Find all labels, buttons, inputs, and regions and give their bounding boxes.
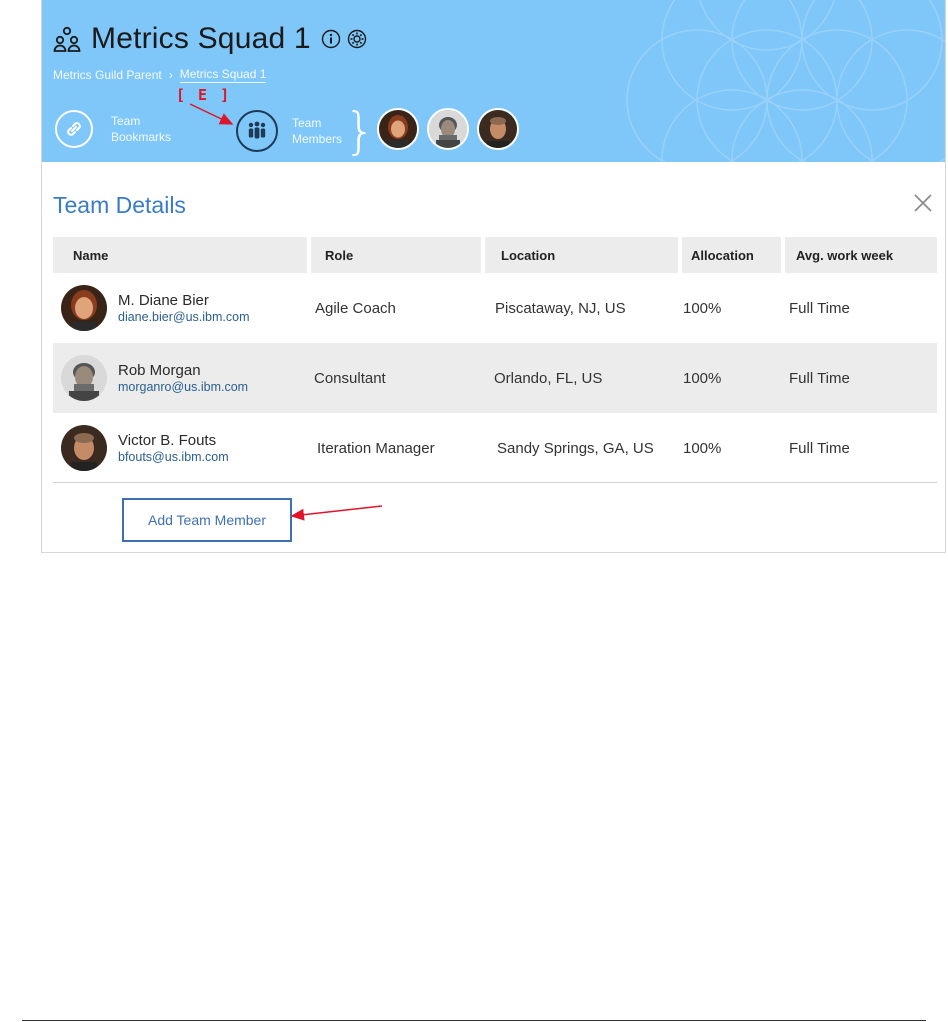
page-footer-rule bbox=[22, 1020, 926, 1021]
table-row[interactable]: M. Diane Bier diane.bier@us.ibm.com Agil… bbox=[53, 273, 937, 343]
team-header: Metrics Squad 1 Metrics Guild Parent › M… bbox=[42, 0, 945, 162]
chevron-right-icon: › bbox=[168, 68, 173, 82]
avatar[interactable] bbox=[427, 108, 469, 150]
avatar bbox=[61, 355, 107, 401]
member-allocation: 100% bbox=[682, 343, 785, 413]
settings-icon[interactable] bbox=[347, 29, 367, 49]
member-email[interactable]: morganro@us.ibm.com bbox=[118, 380, 248, 395]
column-header-role[interactable]: Role bbox=[311, 237, 485, 273]
member-email[interactable]: diane.bier@us.ibm.com bbox=[118, 310, 250, 325]
member-avatars bbox=[377, 108, 527, 150]
member-location: Orlando, FL, US bbox=[485, 343, 682, 413]
title-row: Metrics Squad 1 bbox=[53, 22, 367, 56]
member-name-cell: Victor B. Fouts bfouts@us.ibm.com bbox=[53, 425, 311, 471]
team-members-button[interactable]: Team Members } bbox=[236, 102, 376, 160]
member-name: M. Diane Bier bbox=[118, 291, 209, 309]
member-email[interactable]: bfouts@us.ibm.com bbox=[118, 450, 229, 465]
member-work-week: Full Time bbox=[785, 343, 937, 413]
member-role: Iteration Manager bbox=[317, 439, 435, 457]
column-header-work-week[interactable]: Avg. work week bbox=[785, 237, 937, 273]
breadcrumb-current[interactable]: Metrics Squad 1 bbox=[179, 67, 267, 83]
member-name-cell: M. Diane Bier diane.bier@us.ibm.com bbox=[53, 285, 311, 331]
team-members-table: Name Role Location Allocation Avg. work … bbox=[53, 237, 937, 483]
column-header-location[interactable]: Location bbox=[485, 237, 682, 273]
table-row[interactable]: Rob Morgan morganro@us.ibm.com Consultan… bbox=[53, 343, 937, 413]
info-icon[interactable] bbox=[321, 29, 341, 49]
close-icon[interactable] bbox=[912, 192, 934, 214]
column-header-allocation[interactable]: Allocation bbox=[682, 237, 785, 273]
member-work-week: Full Time bbox=[789, 439, 850, 457]
member-role: Agile Coach bbox=[315, 299, 396, 317]
avatar bbox=[61, 425, 107, 471]
members-label: Team Members bbox=[292, 116, 343, 146]
add-team-member-button[interactable]: Add Team Member bbox=[122, 498, 292, 542]
link-icon bbox=[55, 110, 93, 148]
member-work-week: Full Time bbox=[789, 299, 850, 317]
annotation-arrow-add bbox=[290, 505, 383, 521]
table-divider bbox=[53, 482, 937, 483]
member-name: Rob Morgan bbox=[118, 361, 201, 379]
column-header-name[interactable]: Name bbox=[53, 237, 311, 273]
team-icon bbox=[53, 26, 81, 52]
member-allocation: 100% bbox=[683, 299, 722, 317]
brace-glyph: } bbox=[344, 102, 376, 160]
avatar bbox=[61, 285, 107, 331]
page-title: Metrics Squad 1 bbox=[91, 22, 311, 55]
member-name: Victor B. Fouts bbox=[118, 431, 217, 449]
member-role: Consultant bbox=[311, 343, 485, 413]
breadcrumb: Metrics Guild Parent › Metrics Squad 1 bbox=[53, 67, 267, 83]
breadcrumb-parent[interactable]: Metrics Guild Parent bbox=[53, 68, 162, 82]
table-header-row: Name Role Location Allocation Avg. work … bbox=[53, 237, 937, 273]
team-panel: Metrics Squad 1 Metrics Guild Parent › M… bbox=[41, 0, 946, 553]
table-row[interactable]: Victor B. Fouts bfouts@us.ibm.com Iterat… bbox=[53, 413, 937, 483]
avatar[interactable] bbox=[377, 108, 419, 150]
bookmarks-label: Team Bookmarks bbox=[111, 114, 172, 144]
member-location: Piscataway, NJ, US bbox=[495, 299, 626, 317]
member-allocation: 100% bbox=[683, 439, 722, 457]
avatar[interactable] bbox=[477, 108, 519, 150]
member-location: Sandy Springs, GA, US bbox=[497, 439, 654, 457]
people-icon bbox=[236, 110, 278, 152]
team-details-title: Team Details bbox=[53, 192, 186, 218]
annotation-label: [ E ] bbox=[176, 86, 232, 104]
member-name-cell: Rob Morgan morganro@us.ibm.com bbox=[53, 355, 311, 401]
team-bookmarks-button[interactable]: Team Bookmarks bbox=[55, 110, 171, 148]
